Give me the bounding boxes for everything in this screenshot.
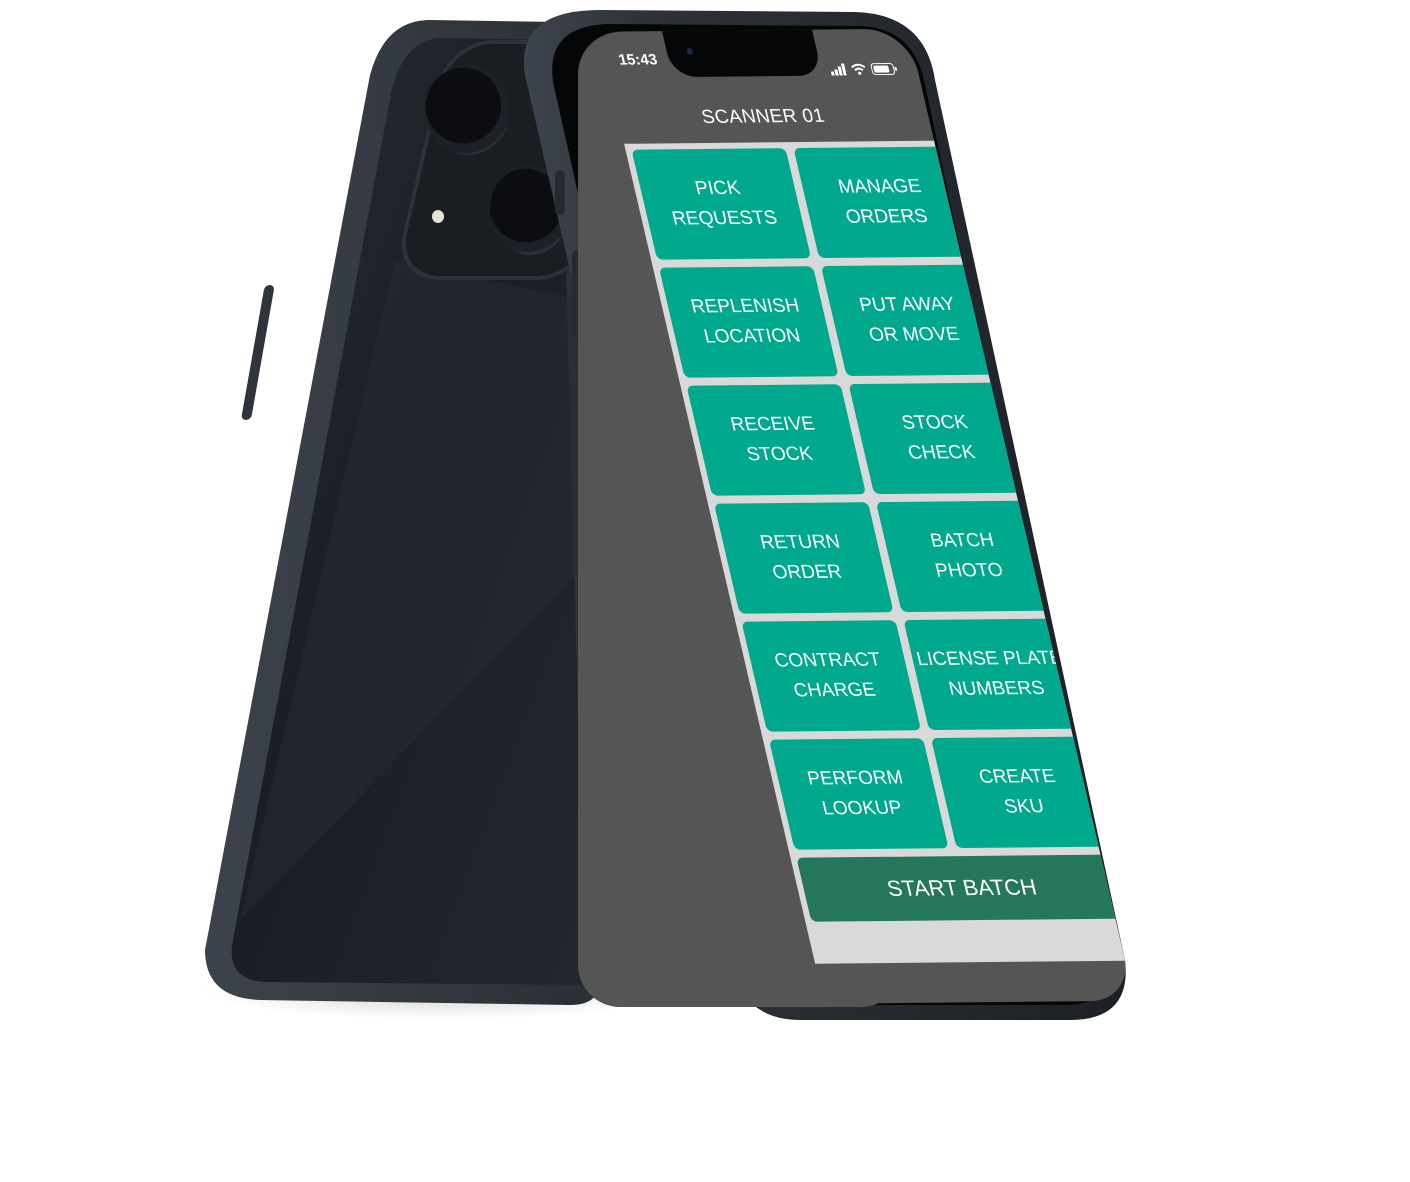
notch [661,28,823,78]
tile-label: REQUESTS [669,207,780,230]
signal-icon [830,63,847,76]
tile-label: SKU [1002,796,1047,818]
tile-label: CREATE [976,765,1058,788]
tile-label: LICENSE PLATE [914,647,1065,671]
tile-label: LOCATION [701,325,803,348]
tile-label: RETURN [758,531,843,554]
pick-requests-button[interactable]: PICK REQUESTS [631,148,812,260]
tile-label: CHECK [905,442,978,464]
tile-label: PERFORM [805,767,906,790]
tile-label: LOOKUP [820,797,905,820]
tile-label: CONTRACT [772,649,883,672]
tile-label: NUMBERS [946,677,1047,700]
return-order-button[interactable]: RETURN ORDER [713,502,894,614]
tile-label: RECEIVE [728,413,817,436]
contract-charge-button[interactable]: CONTRACT CHARGE [741,620,922,732]
tile-label: MANAGE [836,175,924,198]
status-icons [829,62,899,76]
tile-label: STOCK [899,412,970,434]
replenish-location-button[interactable]: REPLENISH LOCATION [658,266,839,378]
start-batch-button[interactable]: START BATCH [796,854,1128,922]
battery-icon [870,62,898,76]
status-time: 15:43 [616,51,659,69]
receive-stock-button[interactable]: RECEIVE STOCK [686,384,867,496]
perform-lookup-button[interactable]: PERFORM LOOKUP [768,738,949,850]
page-title: SCANNER 01 [699,105,827,128]
tile-label: BATCH [928,530,997,552]
tile-label: ORDER [770,561,844,584]
tile-label: PUT AWAY [857,293,958,316]
wifi-icon [851,63,866,75]
tile-label: OR MOVE [866,323,962,346]
tile-label: PHOTO [933,560,1006,582]
tile-label: STOCK [744,443,815,466]
tile-label: CHARGE [791,679,878,702]
tile-label: PICK [693,177,743,200]
tile-label: ORDERS [843,205,930,228]
tile-label: REPLENISH [688,295,802,318]
